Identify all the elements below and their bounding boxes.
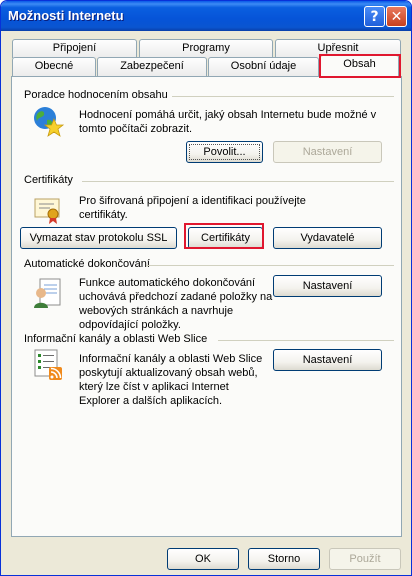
internet-options-dialog: Možnosti Internetu ? ✕ Připojení Program… xyxy=(0,0,412,576)
autocomplete-desc-3: webových stránkách a navrhuje xyxy=(79,305,234,317)
help-icon: ? xyxy=(370,8,379,25)
tab-osobni-udaje[interactable]: Osobní údaje xyxy=(208,57,319,76)
feeds-desc-2: poskytují aktualizovaný obsah webů, xyxy=(79,367,258,379)
window-title: Možnosti Internetu xyxy=(8,8,124,23)
publishers-button[interactable]: Vydavatelé xyxy=(273,227,382,249)
content-tab-panel: Poradce hodnocením obsahu Hodnocení pomá… xyxy=(11,76,402,537)
help-button[interactable]: ? xyxy=(364,6,385,27)
certificates-title: Certifikáty xyxy=(24,174,73,186)
close-button[interactable]: ✕ xyxy=(386,6,407,27)
autocomplete-settings-button[interactable]: Nastavení xyxy=(273,275,382,297)
tab-obsah[interactable]: Obsah xyxy=(320,54,399,77)
autocomplete-desc-2: uchovává předchozí zadané položky na xyxy=(79,291,273,303)
content-advisor-title: Poradce hodnocením obsahu xyxy=(24,89,168,101)
content-advisor-desc-1: Hodnocení pomáhá určit, jaký obsah Inter… xyxy=(79,109,377,121)
tab-programy[interactable]: Programy xyxy=(139,39,273,58)
certificates-button[interactable]: Certifikáty xyxy=(188,227,263,249)
feeds-list-icon xyxy=(34,349,62,380)
autocomplete-desc-1: Funkce automatického dokončování xyxy=(79,277,256,289)
content-advisor-desc-2: tomto počítači zobrazit. xyxy=(79,123,193,135)
tab-obecne[interactable]: Obecné xyxy=(12,57,96,76)
title-bar[interactable]: Možnosti Internetu ? ✕ xyxy=(1,1,411,31)
tab-zabezpeceni[interactable]: Zabezpečení xyxy=(97,57,207,76)
certificates-desc-2: certifikáty. xyxy=(79,209,128,221)
feeds-divider xyxy=(218,340,394,341)
autocomplete-desc-4: odpovídající položky. xyxy=(79,319,181,331)
close-icon: ✕ xyxy=(390,8,403,25)
feeds-desc-3: který lze číst v aplikaci Internet xyxy=(79,381,229,393)
globe-star-icon xyxy=(34,107,64,137)
autocomplete-divider xyxy=(146,265,394,266)
content-advisor-divider xyxy=(172,96,394,97)
autocomplete-user-icon xyxy=(34,278,61,308)
tab-pripojeni[interactable]: Připojení xyxy=(12,39,137,58)
clear-ssl-state-button[interactable]: Vymazat stav protokolu SSL xyxy=(20,227,177,249)
feeds-desc-1: Informační kanály a oblasti Web Slice xyxy=(79,353,263,365)
autocomplete-title: Automatické dokončování xyxy=(24,258,150,270)
apply-button[interactable]: Použít xyxy=(329,548,401,570)
certificates-desc-1: Pro šifrovaná připojení a identifikaci p… xyxy=(79,195,306,207)
feeds-title: Informační kanály a oblasti Web Slice xyxy=(24,333,208,345)
ok-button[interactable]: OK xyxy=(167,548,239,570)
certificates-divider xyxy=(82,181,394,182)
cancel-button[interactable]: Storno xyxy=(248,548,320,570)
feeds-settings-button[interactable]: Nastavení xyxy=(273,349,382,371)
feeds-desc-4: Explorer a dalších aplikacích. xyxy=(79,395,223,407)
enable-button[interactable]: Povolit... xyxy=(186,141,263,163)
certificate-icon xyxy=(34,198,60,224)
content-advisor-settings-button[interactable]: Nastavení xyxy=(273,141,382,163)
